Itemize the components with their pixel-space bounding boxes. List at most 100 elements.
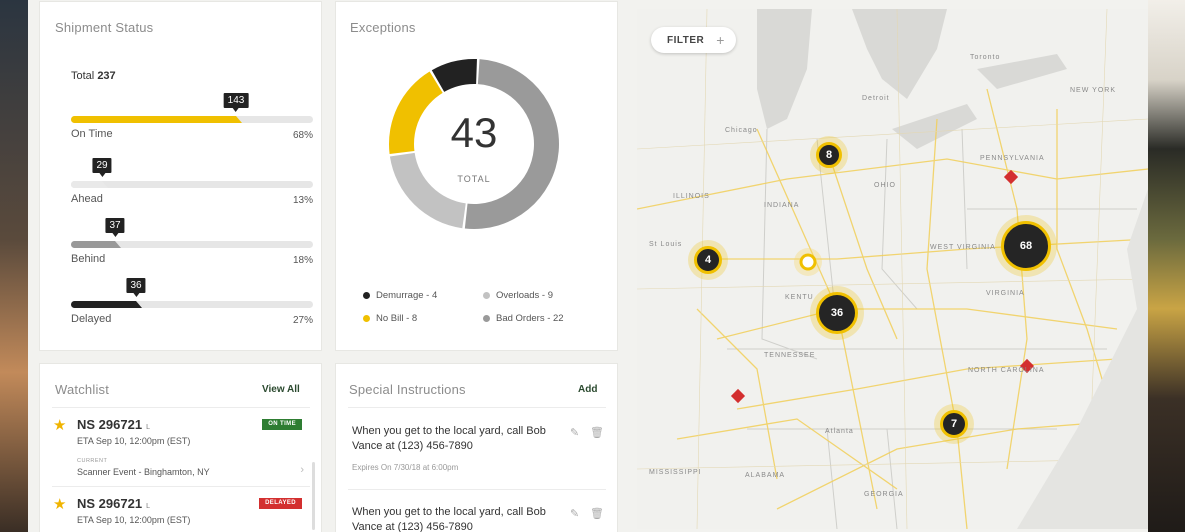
filter-button[interactable]: FILTER +	[651, 27, 736, 53]
chevron-right-icon[interactable]: ›	[300, 464, 304, 476]
donut-segment[interactable]	[389, 152, 466, 229]
legend-overloads: Overloads - 9	[483, 290, 553, 301]
status-percent: 27%	[292, 315, 313, 326]
legend-dot	[363, 292, 370, 299]
legend-dot	[483, 292, 490, 299]
legend-no-bill: No Bill - 8	[363, 313, 417, 324]
status-label: Delayed	[71, 313, 112, 325]
count-badge: 37	[105, 218, 125, 237]
count-badge: 29	[92, 158, 112, 177]
progress-track	[71, 301, 313, 308]
watchlist-item[interactable]: ★ NS 296721 L ETA Sep 10, 12:00pm (EST) O…	[40, 412, 322, 484]
map-cluster[interactable]: 4	[694, 246, 722, 274]
status-row-behind[interactable]: 37 Behind 18%	[71, 213, 313, 273]
map-label: Atlanta	[825, 428, 854, 435]
background-photo-right	[1148, 0, 1185, 532]
star-icon[interactable]: ★	[53, 416, 66, 434]
map-label: INDIANA	[764, 202, 800, 209]
edit-pencil-icon[interactable]: ✎	[570, 507, 579, 520]
map-cluster[interactable]: 8	[816, 142, 842, 168]
progress-track	[71, 181, 313, 188]
filter-label: FILTER	[667, 34, 705, 46]
scrollbar[interactable]	[312, 462, 315, 530]
shipment-suffix: L	[146, 424, 150, 431]
map-label: NORTH CAROLINA	[968, 367, 1045, 374]
instruction-text: When you get to the local yard, call Bob…	[352, 506, 546, 532]
divider	[52, 407, 310, 408]
status-badge: DELAYED	[259, 498, 302, 509]
divider	[348, 489, 606, 490]
add-instruction-link[interactable]: Add	[578, 384, 597, 395]
map-cluster[interactable]: 68	[1001, 221, 1051, 271]
watchlist-item[interactable]: ★ NS 296721 L ETA Sep 10, 12:00pm (EST) D…	[40, 491, 322, 532]
dashboard-screen: Shipment Status Total 237 143 On Time 68…	[28, 0, 1148, 532]
status-label: Behind	[71, 253, 106, 265]
map-label: St Louis	[649, 241, 683, 248]
legend-label: Bad Orders - 22	[496, 313, 564, 324]
map-cluster[interactable]: 36	[816, 292, 858, 334]
legend-label: Demurrage - 4	[376, 290, 438, 301]
current-label: CURRENT	[77, 458, 108, 464]
status-percent: 18%	[292, 255, 313, 266]
legend-demurrage: Demurrage - 4	[363, 290, 437, 301]
count-badge: 143	[223, 93, 249, 112]
map-label: NEW YORK	[1070, 87, 1116, 94]
map-label: VIRGINIA	[986, 290, 1025, 297]
card-title: Shipment Status	[55, 20, 154, 35]
divider	[348, 407, 606, 408]
card-title: Watchlist	[55, 382, 110, 397]
total-label: Total	[71, 70, 95, 82]
star-icon[interactable]: ★	[53, 495, 66, 513]
legend-dot	[363, 315, 370, 322]
divider	[52, 486, 310, 487]
background-photo-left	[0, 0, 28, 532]
shipment-suffix: L	[146, 503, 150, 510]
view-all-link[interactable]: View All	[262, 384, 300, 395]
special-instructions-card: Special Instructions Add When you get to…	[336, 364, 617, 532]
status-row-delayed[interactable]: 36 Delayed 27%	[71, 273, 313, 333]
progress-fill	[71, 301, 142, 308]
map-cluster[interactable]: 7	[940, 410, 968, 438]
trash-icon[interactable]: 🗑	[590, 426, 604, 439]
map-label: PENNSYLVANIA	[980, 155, 1045, 162]
status-row-ahead[interactable]: 29 Ahead 13%	[71, 153, 313, 213]
plus-icon: +	[716, 32, 725, 48]
map-label: Toronto	[970, 54, 1001, 61]
legend-bad-orders: Bad Orders - 22	[483, 313, 564, 324]
progress-track	[71, 241, 313, 248]
map-label: Chicago	[725, 127, 758, 134]
shipment-id-text: NS 296721	[77, 496, 143, 511]
event-text: Scanner Event - Binghamton, NY	[77, 467, 210, 477]
shipment-id-text: NS 296721	[77, 417, 143, 432]
status-label: On Time	[71, 128, 113, 140]
count-badge: 36	[126, 278, 146, 297]
edit-pencil-icon[interactable]: ✎	[570, 426, 579, 439]
watchlist-card: Watchlist View All ★ NS 296721 L ETA Sep …	[40, 364, 321, 532]
legend-label: No Bill - 8	[376, 313, 418, 324]
status-badge: ON TIME	[262, 419, 302, 430]
exceptions-card: Exceptions 43 TOTAL Demurrage - 4 Overlo…	[336, 2, 617, 350]
map-label: OHIO	[874, 182, 896, 189]
exceptions-donut-chart[interactable]: 43 TOTAL	[384, 54, 564, 234]
progress-fill	[71, 241, 121, 248]
map-label: ILLINOIS	[673, 193, 710, 200]
status-percent: 13%	[292, 195, 313, 206]
status-label: Ahead	[71, 193, 103, 205]
status-row-on-time[interactable]: 143 On Time 68%	[71, 88, 313, 148]
card-title: Special Instructions	[349, 382, 466, 397]
map-label: ALABAMA	[745, 472, 786, 479]
card-title: Exceptions	[350, 20, 416, 35]
eta-text: ETA Sep 10, 12:00pm (EST)	[77, 515, 191, 525]
eta-text: ETA Sep 10, 12:00pm (EST)	[77, 436, 191, 446]
trash-icon[interactable]: 🗑	[590, 507, 604, 520]
map-label: KENTU	[785, 294, 814, 301]
shipment-map[interactable]: ILLINOIS INDIANA OHIO PENNSYLVANIA NEW Y…	[637, 9, 1148, 529]
shipment-id: NS 296721 L	[77, 417, 150, 432]
donut-total: 43	[450, 109, 498, 156]
instruction-text: When you get to the local yard, call Bob…	[352, 425, 546, 452]
map-label: WEST VIRGINIA	[930, 244, 996, 251]
map-label: TENNESSEE	[764, 352, 816, 359]
progress-fill	[71, 181, 108, 188]
map-label: MISSISSIPPI	[649, 469, 702, 476]
legend-dot	[483, 315, 490, 322]
